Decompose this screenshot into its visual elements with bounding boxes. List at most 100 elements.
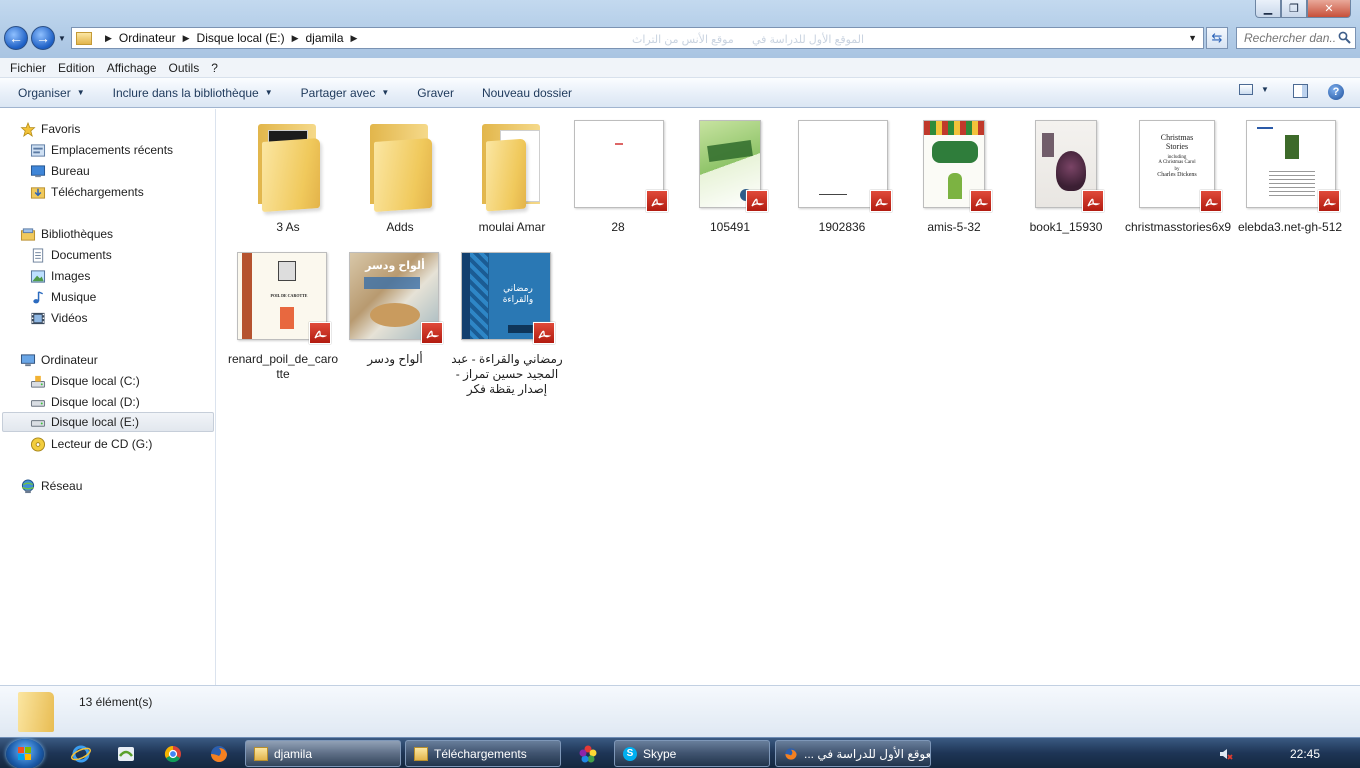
file-name: رمضاني والقراءة - عبد المجيد حسين تمراز … — [451, 352, 563, 396]
forward-button[interactable]: → — [31, 26, 55, 50]
address-bar[interactable]: ▶ Ordinateur ▶ Disque local (E:) ▶ djami… — [71, 27, 1204, 49]
share-with-button[interactable]: Partager avec ▼ — [283, 86, 400, 100]
pdf-thumbnail — [1010, 116, 1122, 214]
menu-file[interactable]: Fichier — [4, 61, 52, 75]
star-icon — [20, 121, 36, 137]
search-icon[interactable] — [1338, 31, 1351, 44]
app-launcher[interactable] — [115, 743, 137, 765]
downloads-folder-icon — [30, 186, 46, 199]
file-name: 1902836 — [818, 220, 866, 234]
taskbar-task-skype[interactable]: S Skype — [614, 740, 770, 767]
nav-desktop[interactable]: Bureau — [30, 161, 90, 181]
taskbar-task-djamila[interactable]: djamila — [245, 740, 401, 767]
menu-edit[interactable]: Edition — [52, 61, 101, 75]
change-view-button[interactable]: ▼ — [1239, 84, 1269, 95]
pdf-thumbnail: POIL DE CAROTTE — [227, 248, 339, 346]
cover-pattern — [470, 253, 488, 339]
cover-title-band — [1042, 133, 1054, 157]
include-library-button[interactable]: Inclure dans la bibliothèque ▼ — [95, 86, 283, 100]
app-icon — [118, 747, 134, 761]
file-name: book1_15930 — [1029, 220, 1103, 234]
chevron-right-icon[interactable]: ▶ — [105, 33, 112, 44]
nav-documents[interactable]: Documents — [30, 245, 112, 265]
ghost-tab-text-2: الموقع الأول للدراسة في — [752, 34, 865, 46]
cover-border — [924, 121, 984, 135]
menu-tools[interactable]: Outils — [163, 61, 206, 75]
refresh-button[interactable]: ⇆ — [1206, 27, 1228, 49]
nav-network[interactable]: Réseau — [20, 476, 82, 496]
chevron-down-icon: ▼ — [264, 88, 273, 97]
acrobat-icon — [1323, 198, 1336, 207]
nav-downloads[interactable]: Téléchargements — [30, 182, 144, 202]
recent-pages-dropdown[interactable]: ▼ — [58, 34, 66, 43]
acrobat-icon — [875, 198, 888, 207]
nav-images[interactable]: Images — [30, 266, 90, 286]
breadcrumb-computer[interactable]: Ordinateur — [119, 31, 176, 45]
share-with-label: Partager avec — [300, 85, 376, 100]
folder-icon — [76, 31, 92, 45]
folder-front — [262, 137, 320, 213]
volume-muted-icon[interactable] — [1219, 747, 1233, 761]
acrobat-icon — [1087, 198, 1100, 207]
nav-favorites[interactable]: Favoris — [20, 119, 80, 139]
cover-spine — [242, 253, 252, 339]
chevron-right-icon[interactable]: ▶ — [183, 33, 190, 44]
nav-drive-c[interactable]: Disque local (C:) — [30, 371, 140, 391]
start-button[interactable] — [6, 739, 44, 768]
system-clock[interactable]: 22:45 — [1290, 747, 1320, 761]
search-box[interactable] — [1236, 27, 1356, 49]
chevron-right-icon[interactable]: ▶ — [351, 33, 358, 44]
acrobat-icon — [314, 330, 327, 339]
pdf-icon — [421, 322, 443, 344]
burn-button[interactable]: Graver — [399, 86, 464, 100]
search-input[interactable] — [1244, 31, 1336, 45]
nav-drive-e[interactable]: Disque local (E:) — [2, 412, 214, 432]
taskbar-task-firefox[interactable]: العوقع الأول للدراسة في ... — [775, 740, 931, 767]
recent-places-icon — [30, 143, 46, 157]
taskbar-task-downloads[interactable]: Téléchargements — [405, 740, 561, 767]
address-history-dropdown[interactable]: ▼ — [1188, 33, 1197, 43]
chrome-launcher[interactable] — [162, 743, 184, 765]
menu-help[interactable]: ? — [205, 61, 224, 75]
internet-explorer-launcher[interactable] — [70, 743, 92, 765]
firefox-launcher[interactable] — [208, 743, 230, 765]
menu-bar: Fichier Edition Affichage Outils ? — [0, 58, 1360, 78]
nav-libraries[interactable]: Bibliothèques — [20, 224, 113, 244]
app-launcher-colorwheel[interactable] — [577, 743, 599, 765]
pdf-thumbnail: ألواح ودسر — [339, 248, 451, 346]
libraries-icon — [20, 227, 36, 241]
system-drive-icon — [30, 375, 46, 388]
cover-band — [364, 277, 420, 289]
nav-music[interactable]: Musique — [30, 287, 96, 307]
cover-line: Christmas — [1160, 133, 1194, 142]
breadcrumb-drive-e[interactable]: Disque local (E:) — [197, 31, 285, 45]
nav-videos[interactable]: Vidéos — [30, 308, 87, 328]
preview-pane-button[interactable] — [1293, 84, 1308, 98]
nav-drive-d[interactable]: Disque local (D:) — [30, 392, 140, 412]
new-folder-button[interactable]: Nouveau dossier — [464, 86, 582, 100]
close-button[interactable]: ✕ — [1307, 0, 1351, 18]
organize-button[interactable]: Organiser ▼ — [8, 86, 95, 100]
nav-computer[interactable]: Ordinateur — [20, 350, 98, 370]
menu-view[interactable]: Affichage — [101, 61, 163, 75]
chevron-right-icon[interactable]: ▶ — [292, 33, 299, 44]
minimize-button[interactable]: ▁ — [1255, 0, 1281, 18]
nav-libraries-label: Bibliothèques — [41, 227, 114, 241]
cover-line: Stories — [1165, 142, 1189, 151]
nav-videos-label: Vidéos — [51, 311, 88, 325]
acrobat-icon — [1205, 198, 1218, 207]
file-name: 3 As — [276, 220, 300, 234]
nav-recent-places[interactable]: Emplacements récents — [30, 140, 173, 160]
breadcrumb-djamila[interactable]: djamila — [306, 31, 344, 45]
nav-cd-drive[interactable]: Lecteur de CD (G:) — [30, 434, 152, 454]
item-count: 13 élément(s) — [79, 695, 153, 709]
back-button[interactable]: ← — [4, 26, 28, 50]
organize-label: Organiser — [18, 85, 71, 100]
file-name: ألواح ودسر — [367, 352, 423, 366]
file-name: elebda3.net-gh-512 — [1237, 220, 1343, 234]
folder-thumbnail — [344, 116, 456, 214]
pdf-icon — [646, 190, 668, 212]
help-button[interactable]: ? — [1328, 84, 1344, 100]
maximize-button[interactable]: ❐ — [1281, 0, 1307, 18]
acrobat-icon — [426, 330, 439, 339]
